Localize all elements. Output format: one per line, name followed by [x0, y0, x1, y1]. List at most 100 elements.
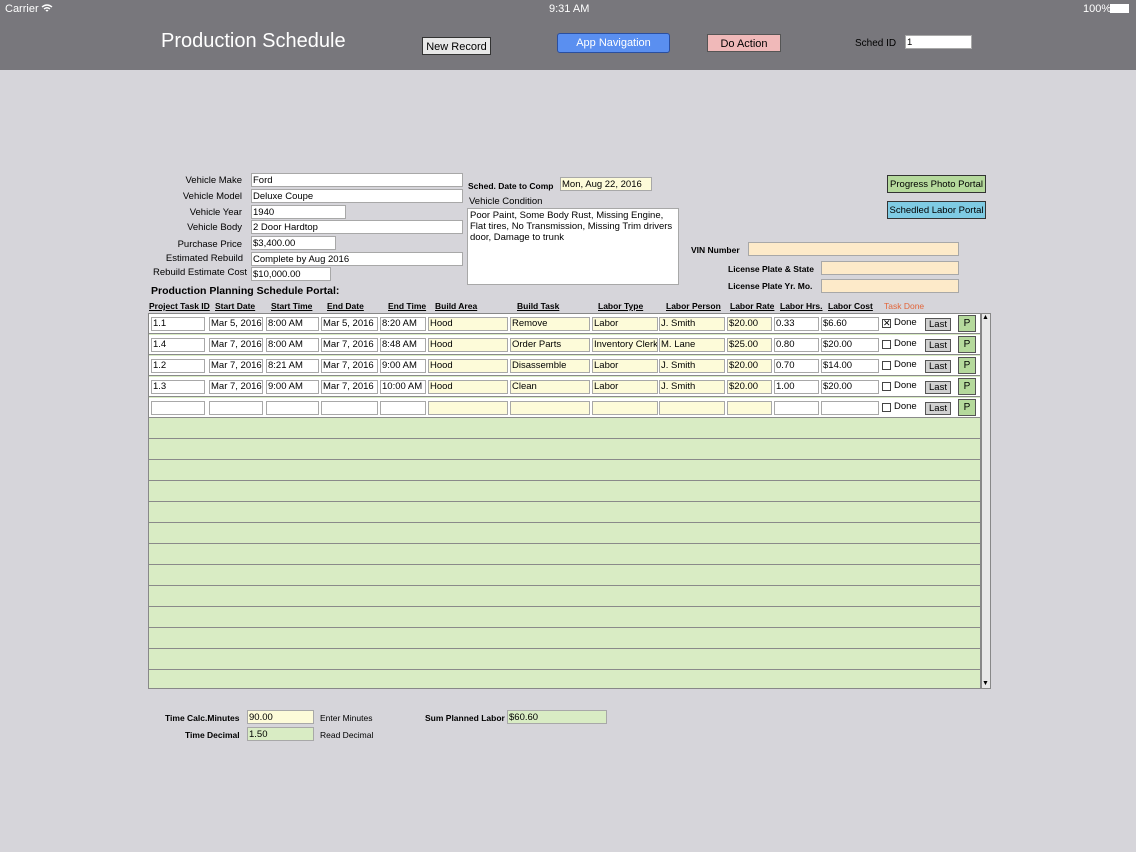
app-navigation-button[interactable]: App Navigation — [557, 33, 670, 53]
cell-person[interactable]: J. Smith — [659, 317, 725, 331]
cell-task[interactable]: Remove — [510, 317, 590, 331]
cell-rate[interactable]: $20.00 — [727, 359, 772, 373]
task-done-checkbox[interactable] — [882, 340, 891, 349]
vin-number-field[interactable] — [748, 242, 959, 256]
cell-hrs[interactable]: 1.00 — [774, 380, 819, 394]
cell-start-time[interactable]: 8:21 AM — [266, 359, 319, 373]
vehicle-year-field[interactable]: 1940 — [251, 205, 346, 219]
vehicle-make-field[interactable]: Ford — [251, 173, 463, 187]
task-done-checkbox[interactable] — [882, 382, 891, 391]
cell-start-date[interactable]: Mar 7, 2016 — [209, 359, 263, 373]
cell-area[interactable]: Hood — [428, 380, 508, 394]
p-button[interactable]: P — [958, 399, 976, 416]
cell-start-date[interactable] — [209, 401, 263, 415]
cell-hrs[interactable]: 0.70 — [774, 359, 819, 373]
rebuild-cost-field[interactable]: $10,000.00 — [251, 267, 331, 281]
cell-task[interactable]: Clean — [510, 380, 590, 394]
cell-end-date[interactable]: Mar 7, 2016 — [321, 359, 378, 373]
last-button[interactable]: Last — [925, 318, 951, 331]
cell-hrs[interactable]: 0.80 — [774, 338, 819, 352]
cell-start-date[interactable]: Mar 7, 2016 — [209, 380, 263, 394]
cell-person[interactable]: M. Lane — [659, 338, 725, 352]
cell-labor-type[interactable]: Labor — [592, 380, 658, 394]
cell-id[interactable]: 1.2 — [151, 359, 205, 373]
cell-labor-type[interactable]: Inventory Clerk — [592, 338, 658, 352]
cell-end-date[interactable]: Mar 5, 2016 — [321, 317, 378, 331]
scroll-down-icon[interactable]: ▼ — [982, 680, 989, 688]
table-row[interactable]: 1.3 Mar 7, 2016 9:00 AM Mar 7, 2016 10:00 AM… — [149, 377, 980, 397]
last-button[interactable]: Last — [925, 339, 951, 352]
p-button[interactable]: P — [958, 357, 976, 374]
cell-person[interactable]: J. Smith — [659, 380, 725, 394]
cell-person[interactable] — [659, 401, 725, 415]
cell-cost[interactable] — [821, 401, 879, 415]
table-row[interactable]: Done Last P — [149, 398, 980, 418]
p-button[interactable]: P — [958, 378, 976, 395]
sched-date-field[interactable]: Mon, Aug 22, 2016 — [560, 177, 652, 191]
cell-id[interactable]: 1.1 — [151, 317, 205, 331]
cell-task[interactable]: Order Parts — [510, 338, 590, 352]
estimated-rebuild-field[interactable]: Complete by Aug 2016 — [251, 252, 463, 266]
table-row[interactable]: 1.1 Mar 5, 2016 8:00 AM Mar 5, 2016 8:20 AM H… — [149, 314, 980, 334]
cell-end-date[interactable]: Mar 7, 2016 — [321, 380, 378, 394]
task-done-checkbox[interactable]: ✕ — [882, 319, 891, 328]
cell-hrs[interactable] — [774, 401, 819, 415]
cell-id[interactable]: 1.3 — [151, 380, 205, 394]
cell-start-time[interactable] — [266, 401, 319, 415]
cell-cost[interactable]: $20.00 — [821, 338, 879, 352]
cell-start-time[interactable]: 8:00 AM — [266, 317, 319, 331]
last-button[interactable]: Last — [925, 360, 951, 373]
purchase-price-field[interactable]: $3,400.00 — [251, 236, 336, 250]
cell-rate[interactable]: $20.00 — [727, 317, 772, 331]
cell-start-time[interactable]: 9:00 AM — [266, 380, 319, 394]
schedule-portal[interactable]: 1.1 Mar 5, 2016 8:00 AM Mar 5, 2016 8:20 AM H… — [148, 313, 981, 689]
cell-area[interactable] — [428, 401, 508, 415]
cell-start-date[interactable]: Mar 7, 2016 — [209, 338, 263, 352]
cell-hrs[interactable]: 0.33 — [774, 317, 819, 331]
cell-start-date[interactable]: Mar 5, 2016 — [209, 317, 263, 331]
cell-rate[interactable]: $20.00 — [727, 380, 772, 394]
cell-labor-type[interactable]: Labor — [592, 317, 658, 331]
cell-cost[interactable]: $20.00 — [821, 380, 879, 394]
cell-cost[interactable]: $14.00 — [821, 359, 879, 373]
time-calc-minutes-field[interactable]: 90.00 — [247, 710, 314, 724]
do-action-button[interactable]: Do Action — [707, 34, 781, 52]
cell-task[interactable]: Disassemble — [510, 359, 590, 373]
sched-id-field[interactable]: 1 — [905, 35, 972, 49]
vehicle-condition-field[interactable]: Poor Paint, Some Body Rust, Missing Engi… — [467, 208, 679, 285]
cell-rate[interactable] — [727, 401, 772, 415]
vehicle-body-field[interactable]: 2 Door Hardtop — [251, 220, 463, 234]
task-done-checkbox[interactable] — [882, 361, 891, 370]
cell-start-time[interactable]: 8:00 AM — [266, 338, 319, 352]
cell-end-time[interactable]: 9:00 AM — [380, 359, 426, 373]
scroll-up-icon[interactable]: ▲ — [982, 314, 989, 322]
table-row[interactable]: 1.2 Mar 7, 2016 8:21 AM Mar 7, 2016 9:00 AM H… — [149, 356, 980, 376]
cell-end-time[interactable]: 8:20 AM — [380, 317, 426, 331]
cell-person[interactable]: J. Smith — [659, 359, 725, 373]
portal-scrollbar[interactable]: ▲ ▼ — [981, 313, 991, 689]
p-button[interactable]: P — [958, 315, 976, 332]
cell-rate[interactable]: $25.00 — [727, 338, 772, 352]
last-button[interactable]: Last — [925, 381, 951, 394]
cell-cost[interactable]: $6.60 — [821, 317, 879, 331]
cell-task[interactable] — [510, 401, 590, 415]
cell-end-date[interactable] — [321, 401, 378, 415]
p-button[interactable]: P — [958, 336, 976, 353]
progress-photo-portal-button[interactable]: Progress Photo Portal — [887, 175, 986, 193]
cell-end-time[interactable]: 8:48 AM — [380, 338, 426, 352]
cell-end-time[interactable]: 10:00 AM — [380, 380, 426, 394]
cell-area[interactable]: Hood — [428, 359, 508, 373]
last-button[interactable]: Last — [925, 402, 951, 415]
task-done-checkbox[interactable] — [882, 403, 891, 412]
cell-labor-type[interactable] — [592, 401, 658, 415]
cell-id[interactable]: 1.4 — [151, 338, 205, 352]
new-record-button[interactable]: New Record — [422, 37, 491, 55]
cell-labor-type[interactable]: Labor — [592, 359, 658, 373]
scheduled-labor-portal-button[interactable]: Schedled Labor Portal — [887, 201, 986, 219]
table-row[interactable]: 1.4 Mar 7, 2016 8:00 AM Mar 7, 2016 8:48 AM H… — [149, 335, 980, 355]
vehicle-model-field[interactable]: Deluxe Coupe — [251, 189, 463, 203]
license-plate-field[interactable] — [821, 261, 959, 275]
cell-area[interactable]: Hood — [428, 338, 508, 352]
license-plate-yr-field[interactable] — [821, 279, 959, 293]
cell-id[interactable] — [151, 401, 205, 415]
